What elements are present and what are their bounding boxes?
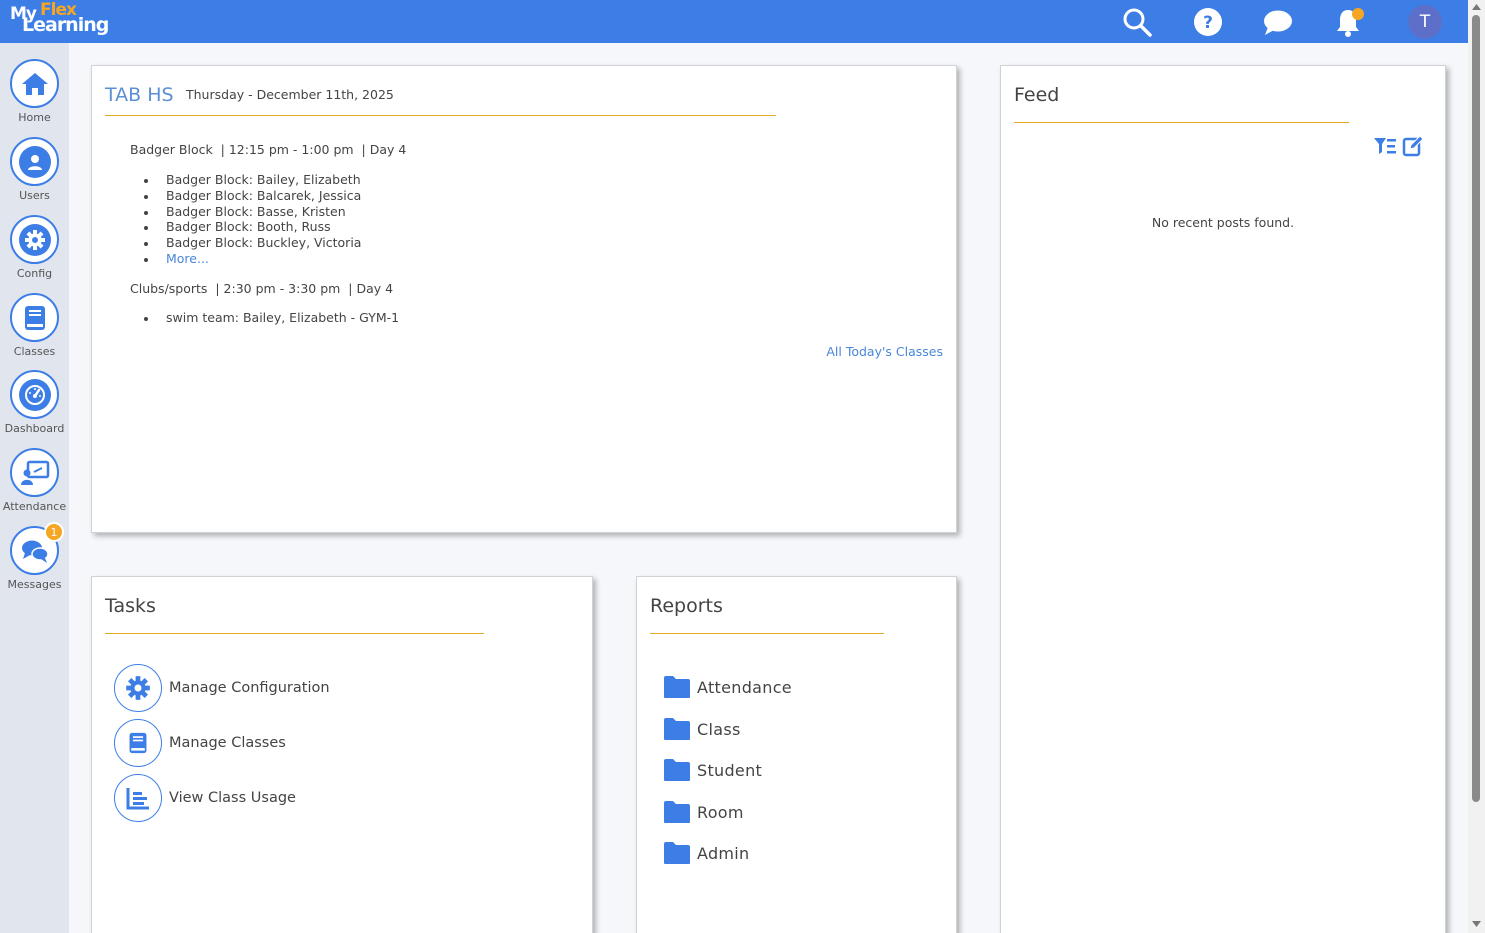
task-label: Manage Configuration <box>169 680 330 696</box>
presenter-icon <box>10 448 59 497</box>
task-label: View Class Usage <box>169 790 296 806</box>
sidebar-label: Messages <box>7 578 62 591</box>
block-student-list: swim team: Bailey, Elizabeth - GYM-1 <box>143 310 399 326</box>
folder-icon <box>664 759 690 781</box>
sidebar-item-messages[interactable]: 1 Messages <box>0 522 69 598</box>
edit-icon[interactable] <box>1402 135 1424 157</box>
sidebar-label: Home <box>18 111 51 124</box>
reports-title: Reports <box>650 595 723 617</box>
sidebar-item-config[interactable]: Config <box>0 215 69 287</box>
folder-icon <box>664 676 690 698</box>
book-icon <box>10 293 59 342</box>
list-item[interactable]: Badger Block: Balcarek, Jessica <box>143 188 361 204</box>
folder-icon <box>664 718 690 740</box>
scroll-up-arrow-icon[interactable] <box>1471 3 1482 11</box>
user-avatar[interactable]: T <box>1408 5 1442 39</box>
help-icon[interactable]: ? <box>1192 6 1224 38</box>
schedule-divider <box>105 115 776 116</box>
report-folder-attendance[interactable]: Attendance <box>663 674 792 700</box>
sidebar-item-classes[interactable]: Classes <box>0 293 69 365</box>
list-item[interactable]: swim team: Bailey, Elizabeth - GYM-1 <box>143 310 399 326</box>
schedule-date: Thursday - December 11th, 2025 <box>186 87 394 102</box>
chat-icon[interactable] <box>1262 6 1294 38</box>
scrollbar-thumb[interactable] <box>1472 15 1480 802</box>
myflex-logo[interactable]: My Flex Learning <box>10 0 110 40</box>
user-icon <box>10 137 59 186</box>
sidebar-item-users[interactable]: Users <box>0 137 69 209</box>
folder-icon <box>664 842 690 864</box>
task-manage-classes[interactable]: Manage Classes <box>114 719 286 767</box>
sidebar: Home Users Config Classes Dashboard Atte… <box>0 43 69 933</box>
sidebar-label: Dashboard <box>4 422 65 435</box>
sidebar-item-home[interactable]: Home <box>0 59 69 131</box>
logo-learning: Learning <box>22 14 109 36</box>
messages-badge: 1 <box>44 522 64 542</box>
reports-divider <box>650 633 884 634</box>
tasks-title: Tasks <box>105 595 156 617</box>
sidebar-label: Config <box>16 267 53 280</box>
top-bar: My Flex Learning ? T <box>0 0 1468 43</box>
feed-panel: Feed No recent posts found. <box>1000 65 1446 933</box>
task-manage-configuration[interactable]: Manage Configuration <box>114 664 330 712</box>
task-label: Manage Classes <box>169 735 286 751</box>
report-folder-student[interactable]: Student <box>663 757 762 783</box>
schedule-panel: TAB HS Thursday - December 11th, 2025 Ba… <box>91 65 957 533</box>
sidebar-item-dashboard[interactable]: Dashboard <box>0 370 69 442</box>
report-folder-room[interactable]: Room <box>663 799 744 825</box>
sidebar-label: Attendance <box>2 500 67 513</box>
feed-title: Feed <box>1014 84 1060 106</box>
page-scrollbar[interactable] <box>1468 0 1485 933</box>
gear-icon <box>114 664 162 712</box>
list-item[interactable]: Badger Block: Booth, Russ <box>143 219 361 235</box>
gauge-icon <box>10 370 59 419</box>
block-header: Badger Block | 12:15 pm - 1:00 pm | Day … <box>130 142 407 157</box>
tasks-panel: Tasks Manage Configuration Manage Classe… <box>91 576 593 933</box>
report-folder-class[interactable]: Class <box>663 716 741 742</box>
svg-text:?: ? <box>1203 13 1213 33</box>
block-header: Clubs/sports | 2:30 pm - 3:30 pm | Day 4 <box>130 281 394 296</box>
list-item[interactable]: Badger Block: Bailey, Elizabeth <box>143 172 361 188</box>
report-label: Student <box>697 760 763 780</box>
book-icon <box>114 719 162 767</box>
folder-icon <box>664 801 690 823</box>
report-label: Room <box>697 802 744 822</box>
reports-panel: Reports Attendance Class Student Room Ad… <box>636 576 957 933</box>
report-folder-admin[interactable]: Admin <box>663 840 750 866</box>
sidebar-label: Classes <box>13 345 56 358</box>
usage-chart-icon <box>114 774 162 822</box>
sidebar-item-attendance[interactable]: Attendance <box>0 448 69 520</box>
all-classes-link[interactable]: All Today's Classes <box>826 344 943 359</box>
more-link[interactable]: More... <box>143 251 361 267</box>
sidebar-label: Users <box>19 189 50 202</box>
home-icon <box>10 59 59 108</box>
list-item[interactable]: Badger Block: Basse, Kristen <box>143 204 361 220</box>
feed-empty-message: No recent posts found. <box>1151 215 1295 230</box>
school-name: TAB HS <box>105 84 174 106</box>
block-student-list: Badger Block: Bailey, Elizabeth Badger B… <box>143 172 361 267</box>
report-label: Class <box>697 719 741 739</box>
bell-icon[interactable] <box>1332 6 1364 38</box>
report-label: Admin <box>697 843 750 863</box>
filter-list-icon[interactable] <box>1373 136 1397 158</box>
feed-divider <box>1014 122 1349 123</box>
list-item[interactable]: Badger Block: Buckley, Victoria <box>143 235 361 251</box>
scroll-down-arrow-icon[interactable] <box>1471 920 1482 928</box>
task-view-class-usage[interactable]: View Class Usage <box>114 774 296 822</box>
report-label: Attendance <box>697 677 792 697</box>
search-icon[interactable] <box>1121 6 1153 38</box>
tasks-divider <box>105 633 484 634</box>
gear-icon <box>10 215 59 264</box>
